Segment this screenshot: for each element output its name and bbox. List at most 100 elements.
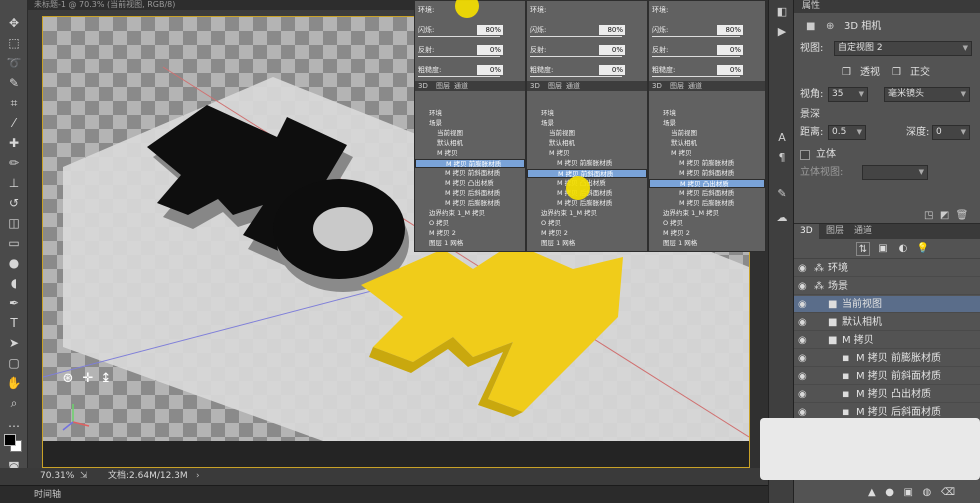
floating-layer-row[interactable]: 场景 xyxy=(527,119,647,128)
slider-track[interactable] xyxy=(652,36,740,37)
status-menu-arrow-icon[interactable]: › xyxy=(196,468,200,485)
mesh-filter-icon[interactable]: ▣ xyxy=(876,242,890,256)
character-panel-icon[interactable]: A xyxy=(774,130,790,146)
footer-icon-3[interactable]: ▣ xyxy=(904,487,913,498)
slider-track[interactable] xyxy=(418,36,500,37)
visibility-eye-icon[interactable]: ◉ xyxy=(798,296,807,313)
status-share-icon[interactable]: ⇲ xyxy=(80,468,88,485)
layer-row[interactable]: ◉ ◾ M 拷贝 前斜面材质 xyxy=(794,368,980,385)
floating-layer-row[interactable]: M 拷贝 后斜面材质 xyxy=(649,189,765,198)
floating-tab[interactable]: 通道 xyxy=(688,81,702,91)
floating-layer-row[interactable]: 当前视图 xyxy=(527,129,647,138)
move-tool-icon[interactable]: ✥ xyxy=(5,14,23,32)
floating-layer-row[interactable]: M 拷贝 前斜面材质 xyxy=(415,169,525,178)
floating-layer-row[interactable]: 图层 1 网格 xyxy=(527,239,647,248)
floating-layer-row[interactable]: M 拷贝 凸出材质 xyxy=(649,179,765,188)
floating-layer-row[interactable]: M 拷贝 前斜面材质 xyxy=(649,169,765,178)
floating-tab[interactable]: 图层 xyxy=(548,81,562,91)
render-icon[interactable]: ◳ xyxy=(924,210,933,221)
timeline-tab[interactable]: 时间轴 xyxy=(0,485,768,503)
layer-row[interactable]: ◉ ◾ M 拷贝 凸出材质 xyxy=(794,386,980,403)
blur-tool-icon[interactable]: ● xyxy=(5,254,23,272)
slider-value-input[interactable]: 80% xyxy=(477,25,503,35)
floating-layer-row[interactable]: O 拷贝 xyxy=(527,219,647,228)
slider-value-input[interactable]: 0% xyxy=(477,45,503,55)
floating-layer-row[interactable]: 图层 1 网格 xyxy=(415,239,525,248)
lasso-tool-icon[interactable]: ➰ xyxy=(5,54,23,72)
slider-track[interactable] xyxy=(418,56,500,57)
layer-row[interactable]: ◉ ◾ M 拷贝 前膨胀材质 xyxy=(794,350,980,367)
shape-tool-icon[interactable]: ▢ xyxy=(5,354,23,372)
tab-3d[interactable]: 3D xyxy=(794,224,819,239)
floating-layer-row[interactable]: 默认相机 xyxy=(527,139,647,148)
visibility-eye-icon[interactable]: ◉ xyxy=(798,368,807,385)
hand-tool-icon[interactable]: ✋ xyxy=(5,374,23,392)
scene-filter-icon[interactable]: ⇅ xyxy=(856,242,870,256)
brush-panel-icon[interactable]: ✎ xyxy=(774,186,790,202)
slider-track[interactable] xyxy=(530,76,622,77)
gradient-tool-icon[interactable]: ▭ xyxy=(5,234,23,252)
dolly-camera-icon[interactable]: ↨ xyxy=(99,372,113,386)
slider-value-input[interactable]: 80% xyxy=(717,25,743,35)
type-tool-icon[interactable]: T xyxy=(5,314,23,332)
floating-layer-row[interactable]: M 拷贝 前斜面材质 xyxy=(527,169,647,178)
stereo-view-select[interactable]: ▼ xyxy=(862,165,928,180)
floating-layer-row[interactable]: 边界约束 1_M 拷贝 xyxy=(527,209,647,218)
floating-layer-row[interactable]: M 拷贝 2 xyxy=(527,229,647,238)
zoom-tool-icon[interactable]: ⌕ xyxy=(5,394,23,412)
layer-row[interactable]: ◉ ⁂ 场景 xyxy=(794,278,980,295)
perspective-icon[interactable]: ❒ xyxy=(842,64,851,82)
pan-camera-icon[interactable]: ✛ xyxy=(81,372,95,386)
foreground-color-swatch[interactable] xyxy=(4,434,16,446)
healing-tool-icon[interactable]: ✚ xyxy=(5,134,23,152)
material-filter-icon[interactable]: ◐ xyxy=(896,242,910,256)
crop-tool-icon[interactable]: ⌗ xyxy=(5,94,23,112)
floating-layer-row[interactable]: O 拷贝 xyxy=(415,219,525,228)
marquee-tool-icon[interactable]: ⬚ xyxy=(5,34,23,52)
floating-tab[interactable]: 图层 xyxy=(670,81,684,91)
stamp-tool-icon[interactable]: ⊥ xyxy=(5,174,23,192)
actions-panel-icon[interactable]: ▶ xyxy=(774,24,790,40)
more-tools-icon[interactable]: … xyxy=(5,414,23,432)
floating-layer-row[interactable]: 图层 1 网格 xyxy=(649,239,765,248)
visibility-eye-icon[interactable]: ◉ xyxy=(798,278,807,295)
floating-layer-row[interactable]: 场景 xyxy=(649,119,765,128)
slider-track[interactable] xyxy=(652,76,740,77)
floating-tab[interactable]: 3D xyxy=(418,81,428,91)
slider-value-input[interactable]: 80% xyxy=(599,25,625,35)
floating-tab[interactable]: 3D xyxy=(652,81,662,91)
view-select[interactable]: 自定视图 2 ▼ xyxy=(834,41,972,56)
history-brush-tool-icon[interactable]: ↺ xyxy=(5,194,23,212)
floating-layer-row[interactable]: M 拷贝 后斜面材质 xyxy=(415,189,525,198)
slider-value-input[interactable]: 0% xyxy=(477,65,503,75)
floating-layer-row[interactable]: 边界约束 1_M 拷贝 xyxy=(649,209,765,218)
floating-layer-row[interactable]: 当前视图 xyxy=(415,129,525,138)
lens-unit-select[interactable]: 毫米镜头 ▼ xyxy=(884,87,970,102)
history-panel-icon[interactable]: ◧ xyxy=(774,4,790,20)
floating-tab[interactable]: 通道 xyxy=(566,81,580,91)
properties-tab[interactable]: 属性 xyxy=(794,0,980,13)
orthographic-label[interactable]: 正交 xyxy=(910,64,930,82)
layer-row[interactable]: ◉ ■ M 拷贝 xyxy=(794,332,980,349)
pen-tool-icon[interactable]: ✒ xyxy=(5,294,23,312)
floating-layer-row[interactable]: M 拷贝 2 xyxy=(415,229,525,238)
floating-tab[interactable]: 3D xyxy=(530,81,540,91)
slider-track[interactable] xyxy=(652,56,740,57)
brush-tool-icon[interactable]: ✏ xyxy=(5,154,23,172)
light-filter-icon[interactable]: 💡 xyxy=(916,242,930,256)
floating-layer-row[interactable]: M 拷贝 后膨胀材质 xyxy=(649,199,765,208)
tab-layers[interactable]: 图层 xyxy=(820,224,850,239)
floating-layer-row[interactable]: 场景 xyxy=(415,119,525,128)
floating-layer-row[interactable]: M 拷贝 后膨胀材质 xyxy=(415,199,525,208)
visibility-eye-icon[interactable]: ◉ xyxy=(798,260,807,277)
visibility-eye-icon[interactable]: ◉ xyxy=(798,350,807,367)
floating-layer-row[interactable]: 环境 xyxy=(649,109,765,118)
perspective-label[interactable]: 透视 xyxy=(860,64,880,82)
paragraph-panel-icon[interactable]: ¶ xyxy=(774,150,790,166)
visibility-eye-icon[interactable]: ◉ xyxy=(798,332,807,349)
slider-value-input[interactable]: 0% xyxy=(717,45,743,55)
slider-value-input[interactable]: 0% xyxy=(599,65,625,75)
libraries-panel-icon[interactable]: ☁ xyxy=(774,210,790,226)
floating-layer-row[interactable]: 环境 xyxy=(415,109,525,118)
footer-icon-4[interactable]: ◍ xyxy=(923,487,932,498)
